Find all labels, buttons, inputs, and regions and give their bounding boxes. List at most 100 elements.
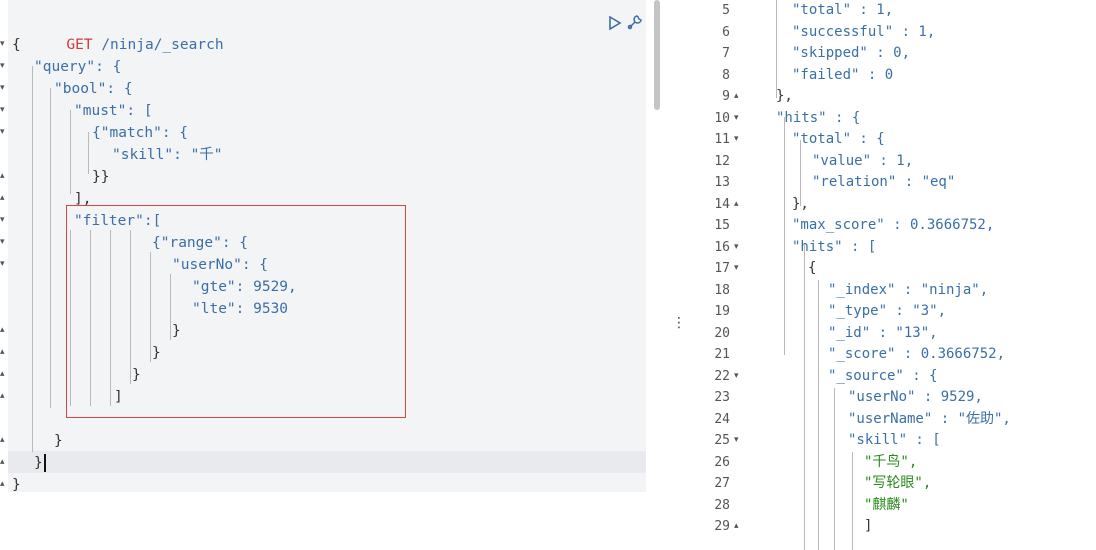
indent-guide <box>70 110 71 194</box>
fold-marker-icon[interactable]: ▴ <box>734 86 739 108</box>
code-line: { <box>12 37 21 53</box>
fold-marker-icon[interactable]: ▴ <box>0 319 8 341</box>
code-line: "bool": { <box>54 81 133 97</box>
line-number: 23 <box>714 390 730 405</box>
fold-marker-icon[interactable]: ▾ <box>734 108 739 130</box>
text-cursor <box>44 454 46 472</box>
fold-marker-icon[interactable]: ▴ <box>0 385 8 407</box>
fold-marker-icon[interactable]: ▾ <box>734 129 739 151</box>
fold-marker-icon[interactable]: ▴ <box>0 429 8 451</box>
fold-marker-icon[interactable]: ▴ <box>0 473 8 495</box>
fold-marker-icon[interactable]: ▾ <box>0 121 8 143</box>
fold-marker-icon[interactable]: ▾ <box>734 430 739 452</box>
fold-marker-icon[interactable]: ▴ <box>0 341 8 363</box>
line-number: 20 <box>714 325 730 341</box>
console-window: GET /ninja/_search ▾ ▾ ▾ ▾ ▾ ▴ ▴ ▾ ▾ ▾ ▴… <box>0 0 1096 550</box>
fold-marker-icon[interactable]: ▾ <box>0 253 8 275</box>
response-line: "userName" : "佐助", <box>848 410 1011 427</box>
response-viewer[interactable]: 5 "total" : 1, 6 "successful" : 1, 7 "skipped… <box>688 0 1096 550</box>
fold-marker-icon[interactable]: ▴ <box>734 194 739 216</box>
filter-highlight-box <box>66 205 406 418</box>
response-line: { <box>808 260 817 276</box>
indent-guide <box>834 388 835 550</box>
request-line[interactable]: GET /ninja/_search <box>14 12 223 53</box>
code-line: "must": [ <box>74 103 153 119</box>
fold-marker-icon[interactable]: ▴ <box>0 187 8 209</box>
request-path: /ninja/_search <box>101 37 224 53</box>
line-number: 15 <box>714 218 730 233</box>
line-number: 11 <box>714 132 730 147</box>
response-line: "_id" : "13", <box>828 324 938 341</box>
active-line-highlight <box>8 451 646 473</box>
line-number: 27 <box>714 476 730 491</box>
indent-guide <box>50 88 51 408</box>
response-line: "hits" : { <box>776 109 861 126</box>
line-number: 13 <box>714 175 730 190</box>
response-line: "max_score" : 0.3666752, <box>792 217 995 233</box>
response-line: "_type" : "3", <box>828 303 947 319</box>
code-line: } <box>12 477 21 493</box>
line-number: 7 <box>722 46 730 61</box>
fold-marker-icon[interactable]: ▾ <box>0 209 8 231</box>
line-number: 6 <box>722 24 730 40</box>
line-number: 24 <box>714 411 730 427</box>
code-line: "skill": "千" <box>112 147 223 163</box>
request-editor[interactable]: GET /ninja/_search ▾ ▾ ▾ ▾ ▾ ▴ ▴ ▾ ▾ ▾ ▴… <box>0 0 660 550</box>
line-number: 21 <box>714 347 730 362</box>
response-line: "_score" : 0.3666752, <box>828 346 1006 362</box>
indent-guide <box>88 132 89 174</box>
fold-marker-icon[interactable]: ▴ <box>0 363 8 385</box>
response-line: "failed" : 0 <box>792 66 894 83</box>
pane-splitter[interactable]: ⋮ <box>672 312 686 334</box>
code-line: }} <box>92 169 110 185</box>
fold-marker-icon[interactable]: ▴ <box>0 451 8 473</box>
fold-marker-icon[interactable]: ▾ <box>0 77 8 99</box>
code-line: } <box>54 433 63 449</box>
fold-marker-icon[interactable]: ▾ <box>0 33 8 55</box>
fold-marker-icon[interactable]: ▴ <box>734 516 739 538</box>
response-line: }, <box>776 88 793 104</box>
indent-guide <box>852 452 853 550</box>
play-icon[interactable] <box>608 15 622 31</box>
indent-guide <box>800 140 801 206</box>
line-number: 19 <box>714 304 730 319</box>
line-number: 12 <box>714 153 730 169</box>
indent-guide <box>784 117 785 355</box>
fold-marker-icon[interactable]: ▾ <box>734 258 739 280</box>
line-number: 5 <box>722 3 730 18</box>
line-number: 16 <box>714 239 730 255</box>
response-line: "userNo" : 9529, <box>848 389 983 405</box>
fold-marker-icon[interactable]: ▾ <box>0 55 8 77</box>
response-line: "total" : 1, <box>792 2 894 18</box>
line-number: 17 <box>714 261 730 276</box>
indent-guide <box>804 244 805 550</box>
response-line: "value" : 1, <box>812 152 914 169</box>
response-line: "successful" : 1, <box>792 23 936 40</box>
indent-guide <box>32 66 33 430</box>
line-number: 28 <box>714 497 730 513</box>
code-line: } <box>34 455 43 471</box>
indent-guide <box>32 430 33 452</box>
fold-marker-icon[interactable]: ▾ <box>0 231 8 253</box>
indent-guide <box>776 0 777 98</box>
line-number: 18 <box>714 282 730 298</box>
line-number: 25 <box>714 433 730 448</box>
request-method: GET <box>66 37 93 53</box>
response-line: "写轮眼", <box>864 475 932 491</box>
fold-marker-icon[interactable]: ▾ <box>0 99 8 121</box>
wrench-icon[interactable] <box>626 13 644 31</box>
indent-guide <box>818 280 819 550</box>
line-number: 10 <box>714 110 730 126</box>
line-number: 26 <box>714 454 730 470</box>
line-number: 22 <box>714 368 730 384</box>
editor-scrollbar[interactable] <box>654 0 660 110</box>
response-line: "total" : { <box>792 131 885 147</box>
code-line: "query": { <box>34 59 122 75</box>
fold-marker-icon[interactable]: ▾ <box>734 237 739 259</box>
fold-marker-icon[interactable]: ▴ <box>0 165 8 187</box>
fold-marker-icon[interactable]: ▾ <box>734 366 739 388</box>
response-line: "_index" : "ninja", <box>828 281 989 298</box>
line-number: 8 <box>722 67 730 83</box>
response-line: "skill" : [ <box>848 432 941 448</box>
response-line: "麒麟" <box>864 496 909 513</box>
